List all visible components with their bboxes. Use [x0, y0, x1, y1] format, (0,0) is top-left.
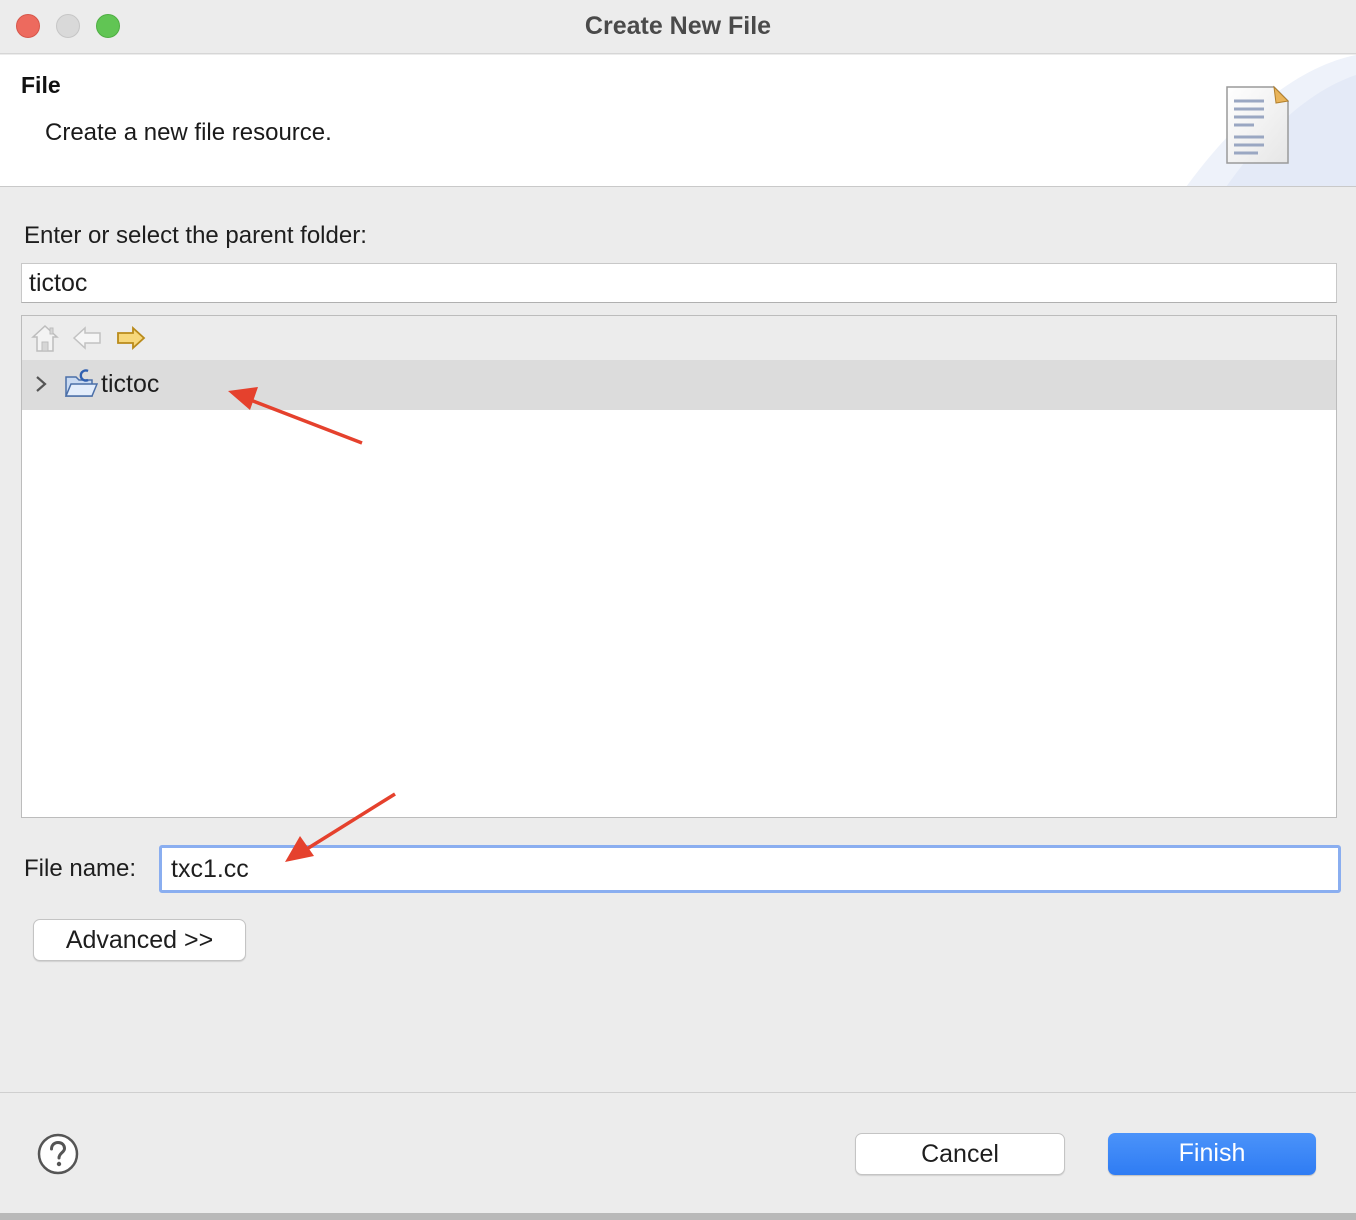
advanced-button[interactable]: Advanced >> — [33, 919, 246, 961]
file-name-label: File name: — [24, 855, 137, 882]
tree-toolbar — [22, 316, 1336, 360]
back-arrow-icon[interactable] — [72, 322, 102, 354]
wizard-page-title: File — [21, 72, 61, 98]
create-new-file-dialog: Create New File File Create a new file r… — [0, 0, 1356, 1220]
wizard-page-description: Create a new file resource. — [45, 119, 332, 146]
tree-item-tictoc[interactable]: tictoc — [22, 360, 1336, 410]
project-folder-icon — [64, 369, 98, 397]
folder-tree[interactable]: tictoc — [21, 315, 1337, 818]
wizard-header: File Create a new file resource. — [0, 55, 1356, 187]
window-title: Create New File — [584, 12, 772, 40]
cancel-button[interactable]: Cancel — [855, 1133, 1065, 1175]
footer-divider — [0, 1092, 1356, 1093]
chevron-right-icon[interactable] — [34, 374, 48, 394]
parent-folder-label: Enter or select the parent folder: — [24, 222, 367, 249]
forward-arrow-icon[interactable] — [116, 322, 146, 354]
document-icon — [1226, 85, 1290, 164]
parent-folder-input[interactable]: tictoc — [21, 263, 1337, 303]
help-icon[interactable] — [37, 1133, 79, 1175]
finish-button[interactable]: Finish — [1108, 1133, 1316, 1175]
home-icon[interactable] — [30, 322, 60, 354]
window-bottom-edge — [0, 1213, 1356, 1220]
title-bar: Create New File — [0, 0, 1356, 54]
tree-item-label: tictoc — [101, 370, 160, 398]
file-name-input[interactable]: txc1.cc — [159, 845, 1341, 893]
